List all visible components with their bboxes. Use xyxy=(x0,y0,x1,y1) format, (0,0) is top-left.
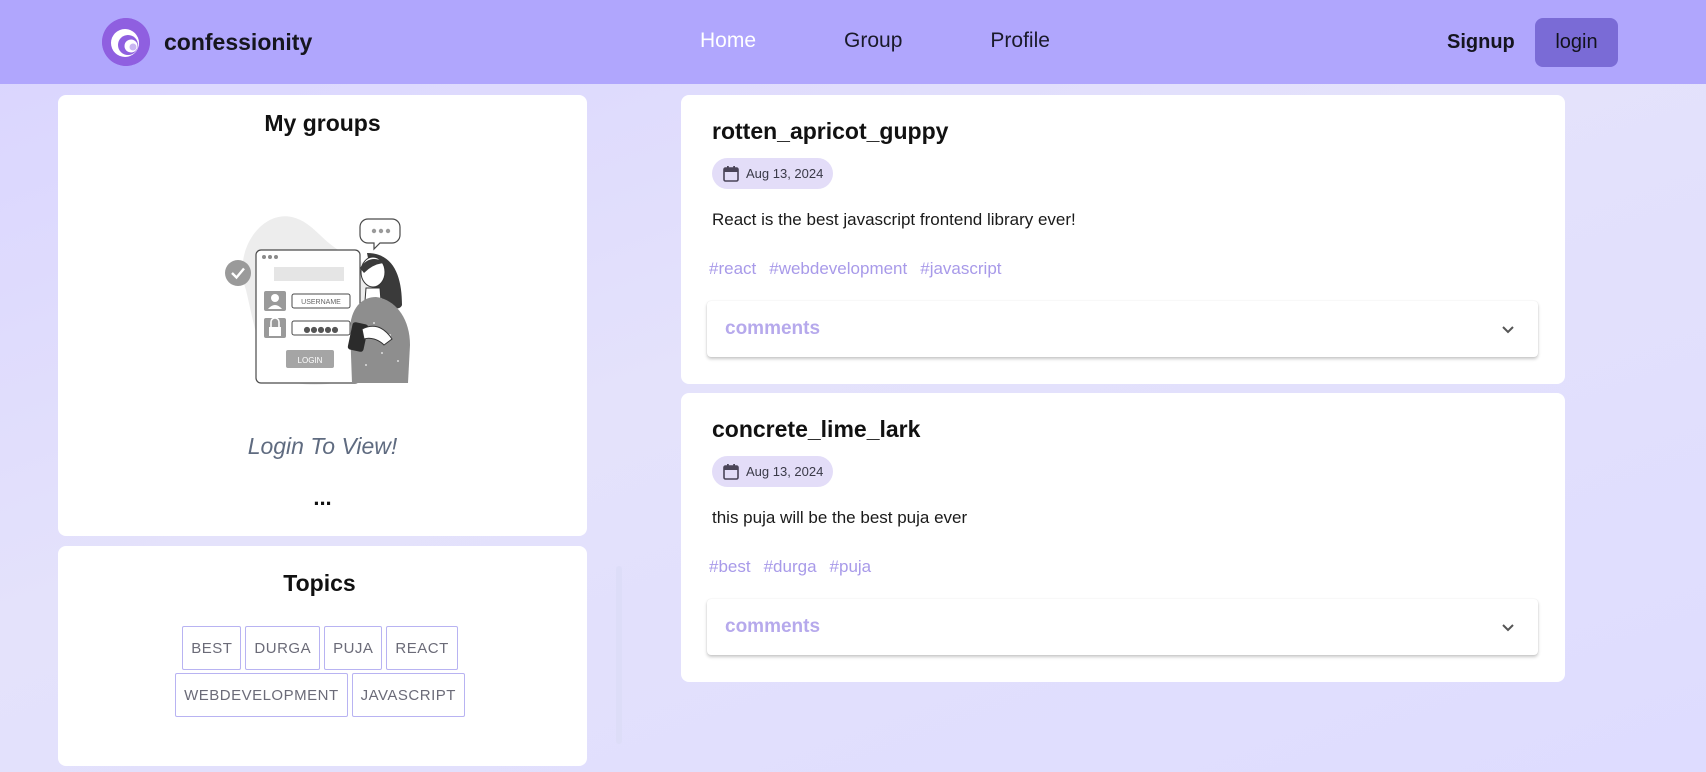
illustration-username-text: USERNAME xyxy=(301,299,341,306)
chevron-down-icon xyxy=(1502,624,1514,632)
nav-group-link[interactable]: Group xyxy=(844,29,902,53)
post-tag[interactable]: #react xyxy=(709,259,756,279)
topics-title: Topics xyxy=(283,570,356,596)
nav-profile-link[interactable]: Profile xyxy=(990,29,1050,53)
comments-label: comments xyxy=(725,318,821,339)
post-card: concrete_lime_lark Aug 13, 2024 this puj… xyxy=(681,393,1565,682)
post-date: Aug 13, 2024 xyxy=(746,464,824,479)
comments-label: comments xyxy=(725,616,821,637)
topic-chip-webdevelopment[interactable]: WEBDEVELOPMENT xyxy=(175,673,348,717)
illustration-login-text: LOGIN xyxy=(298,356,323,365)
topics-scrollbar[interactable] xyxy=(616,566,622,744)
post-tag[interactable]: #puja xyxy=(830,557,872,577)
topic-chip-best[interactable]: BEST xyxy=(182,626,242,670)
signup-link[interactable]: Signup xyxy=(1447,31,1515,54)
post-username[interactable]: rotten_apricot_guppy xyxy=(712,118,948,145)
login-illustration: USERNAME ●●●●● LOGIN xyxy=(225,216,410,385)
post-date-badge: Aug 13, 2024 xyxy=(712,456,834,487)
post-tags: #best #durga #puja xyxy=(709,557,884,577)
brand-name: confessionity xyxy=(164,28,313,55)
navbar: confessionity Home Group Profile Signup … xyxy=(0,0,1706,84)
topic-chip-javascript[interactable]: JAVASCRIPT xyxy=(351,673,465,717)
post-tag[interactable]: #javascript xyxy=(920,259,1001,279)
post-tags: #react #webdevelopment #javascript xyxy=(709,259,1015,279)
post-username[interactable]: concrete_lime_lark xyxy=(712,416,920,443)
post-tag[interactable]: #best xyxy=(709,557,751,577)
chevron-down-icon xyxy=(1502,326,1514,334)
post-text: React is the best javascript frontend li… xyxy=(712,210,1076,229)
post-text: this puja will be the best puja ever xyxy=(712,508,968,527)
topic-chip-react[interactable]: REACT xyxy=(386,626,458,670)
calendar-icon xyxy=(723,165,739,182)
post-date-badge: Aug 13, 2024 xyxy=(712,158,834,189)
calendar-icon xyxy=(723,463,739,480)
topic-chip-durga[interactable]: DURGA xyxy=(245,626,321,670)
brand[interactable]: confessionity xyxy=(102,18,312,66)
comments-accordion[interactable]: comments xyxy=(707,599,1538,655)
post-date: Aug 13, 2024 xyxy=(746,166,824,181)
topic-chip-puja[interactable]: PUJA xyxy=(324,626,383,670)
my-groups-title: My groups xyxy=(264,110,381,136)
topic-chips: BEST DURGA PUJA REACT WEBDEVELOPMENT JAV… xyxy=(100,626,540,720)
post-card: rotten_apricot_guppy Aug 13, 2024 React … xyxy=(681,95,1565,384)
swirl-logo-icon xyxy=(102,18,150,66)
post-tag[interactable]: #durga xyxy=(764,557,817,577)
my-groups-card: My groups USERNAME ●●●●● LOGIN Login To … xyxy=(58,95,587,536)
illustration-password-mask: ●●●●● xyxy=(304,325,339,334)
post-tag[interactable]: #webdevelopment xyxy=(769,259,907,279)
more-ellipsis: ... xyxy=(313,485,332,510)
login-to-view-message: Login To View! xyxy=(247,433,398,459)
nav-links: Home Group Profile xyxy=(700,29,1138,53)
nav-home-link[interactable]: Home xyxy=(700,29,756,53)
comments-accordion[interactable]: comments xyxy=(707,301,1538,357)
topics-card: Topics BEST DURGA PUJA REACT WEBDEVELOPM… xyxy=(58,546,622,766)
login-button[interactable]: login xyxy=(1535,18,1618,67)
